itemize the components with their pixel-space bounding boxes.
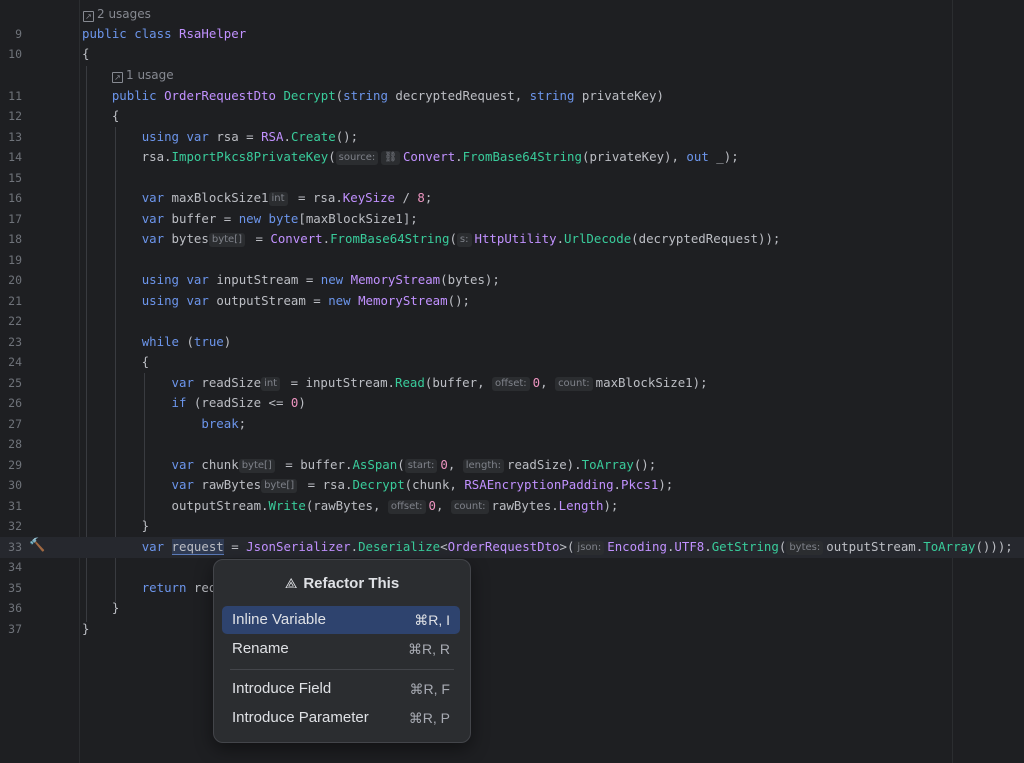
code-line-32[interactable]: 32 } (0, 516, 1024, 537)
usage-arrow-icon: ↗ (112, 72, 123, 83)
popup-title: ⟁ Refactor This (214, 572, 470, 594)
code-line-19[interactable]: 19 (0, 250, 1024, 271)
menu-item-rename[interactable]: Rename ⌘R, R (222, 635, 460, 663)
param-hint-offset: offset: (492, 377, 530, 391)
type-hint-byte-array: byte[] (208, 233, 245, 247)
code-line-12[interactable]: 12 { (0, 106, 1024, 127)
code-line-22[interactable]: 22 (0, 311, 1024, 332)
type-hint-byte-array: byte[] (238, 459, 275, 473)
class-usages-hint[interactable]: ↗ 2 usages (83, 4, 151, 24)
code-line-34[interactable]: 34 (0, 557, 1024, 578)
param-hint-bytes: bytes: (786, 541, 824, 555)
code-line-31[interactable]: 31 outputStream.Write(rawBytes, offset: 0… (0, 496, 1024, 517)
code-line-33[interactable]: 33 var request = JsonSerializer.Deserial… (0, 537, 1024, 558)
type-hint-byte-array: byte[] (261, 479, 298, 493)
code-line-14[interactable]: 14 rsa.ImportPkcs8PrivateKey(source: ⛓ Con… (0, 147, 1024, 168)
code-line-29[interactable]: 29 var chunk byte[] = buffer.AsSpan(start… (0, 455, 1024, 476)
param-hint-start: start: (404, 459, 438, 473)
param-hint-count: count: (555, 377, 593, 391)
usage-arrow-icon: ↗ (83, 11, 94, 22)
method-usages-hint[interactable]: ↗ 1 usage (112, 65, 174, 85)
code-line-10[interactable]: 10 { (0, 44, 1024, 65)
code-line-11[interactable]: 11 public OrderRequestDto Decrypt(string… (0, 86, 1024, 107)
code-line-17[interactable]: 17 var buffer = new byte[maxBlockSize1]; (0, 209, 1024, 230)
param-hint-source: source: (335, 151, 379, 165)
code-line-21[interactable]: 21 using var outputStream = new MemorySt… (0, 291, 1024, 312)
code-line-18[interactable]: 18 var bytes byte[] = Convert.FromBase64S… (0, 229, 1024, 250)
param-hint-count: count: (450, 500, 489, 514)
code-line-35[interactable]: 35 return req (0, 578, 1024, 599)
code-line-25[interactable]: 25 var readSize int = inputStream.Read(bu… (0, 373, 1024, 394)
code-line-15[interactable]: 15 (0, 168, 1024, 189)
code-line-23[interactable]: 23 while (true) (0, 332, 1024, 353)
menu-item-introduce-field[interactable]: Introduce Field ⌘R, F (222, 675, 460, 703)
code-line-36[interactable]: 36 } (0, 598, 1024, 619)
param-hint-s: s: (456, 233, 472, 247)
code-line-24[interactable]: 24 { (0, 352, 1024, 373)
code-line-26[interactable]: 26 if (readSize <= 0) (0, 393, 1024, 414)
menu-separator (230, 669, 454, 670)
refactor-icon: ⟁ (284, 575, 298, 591)
param-hint-length: length: (462, 459, 504, 473)
code-line-13[interactable]: 13 using var rsa = RSA.Create(); (0, 127, 1024, 148)
code-line-27[interactable]: 27 break; (0, 414, 1024, 435)
param-hint-offset: offset: (387, 500, 426, 514)
hammer-icon[interactable]: 🔨 (29, 538, 45, 554)
type-hint-int: int (268, 192, 288, 206)
link-icon: ⛓ (381, 151, 400, 165)
selected-variable[interactable]: request (171, 539, 224, 555)
code-line-28[interactable]: 28 (0, 434, 1024, 455)
code-line-20[interactable]: 20 using var inputStream = new MemoryStr… (0, 270, 1024, 291)
code-line-16[interactable]: 16 var maxBlockSize1 int = rsa.KeySize / … (0, 188, 1024, 209)
param-hint-json: json: (574, 541, 605, 555)
code-line-9[interactable]: 9 public class RsaHelper (0, 24, 1024, 45)
refactor-this-popup: ⟁ Refactor This Inline Variable ⌘R, I Ren… (213, 559, 471, 743)
type-hint-int: int (261, 377, 281, 391)
menu-item-inline-variable[interactable]: Inline Variable ⌘R, I (222, 606, 460, 634)
menu-item-introduce-parameter[interactable]: Introduce Parameter ⌘R, P (222, 704, 460, 732)
code-line-30[interactable]: 30 var rawBytes byte[] = rsa.Decrypt(chun… (0, 475, 1024, 496)
code-line-37[interactable]: 37 } (0, 619, 1024, 640)
